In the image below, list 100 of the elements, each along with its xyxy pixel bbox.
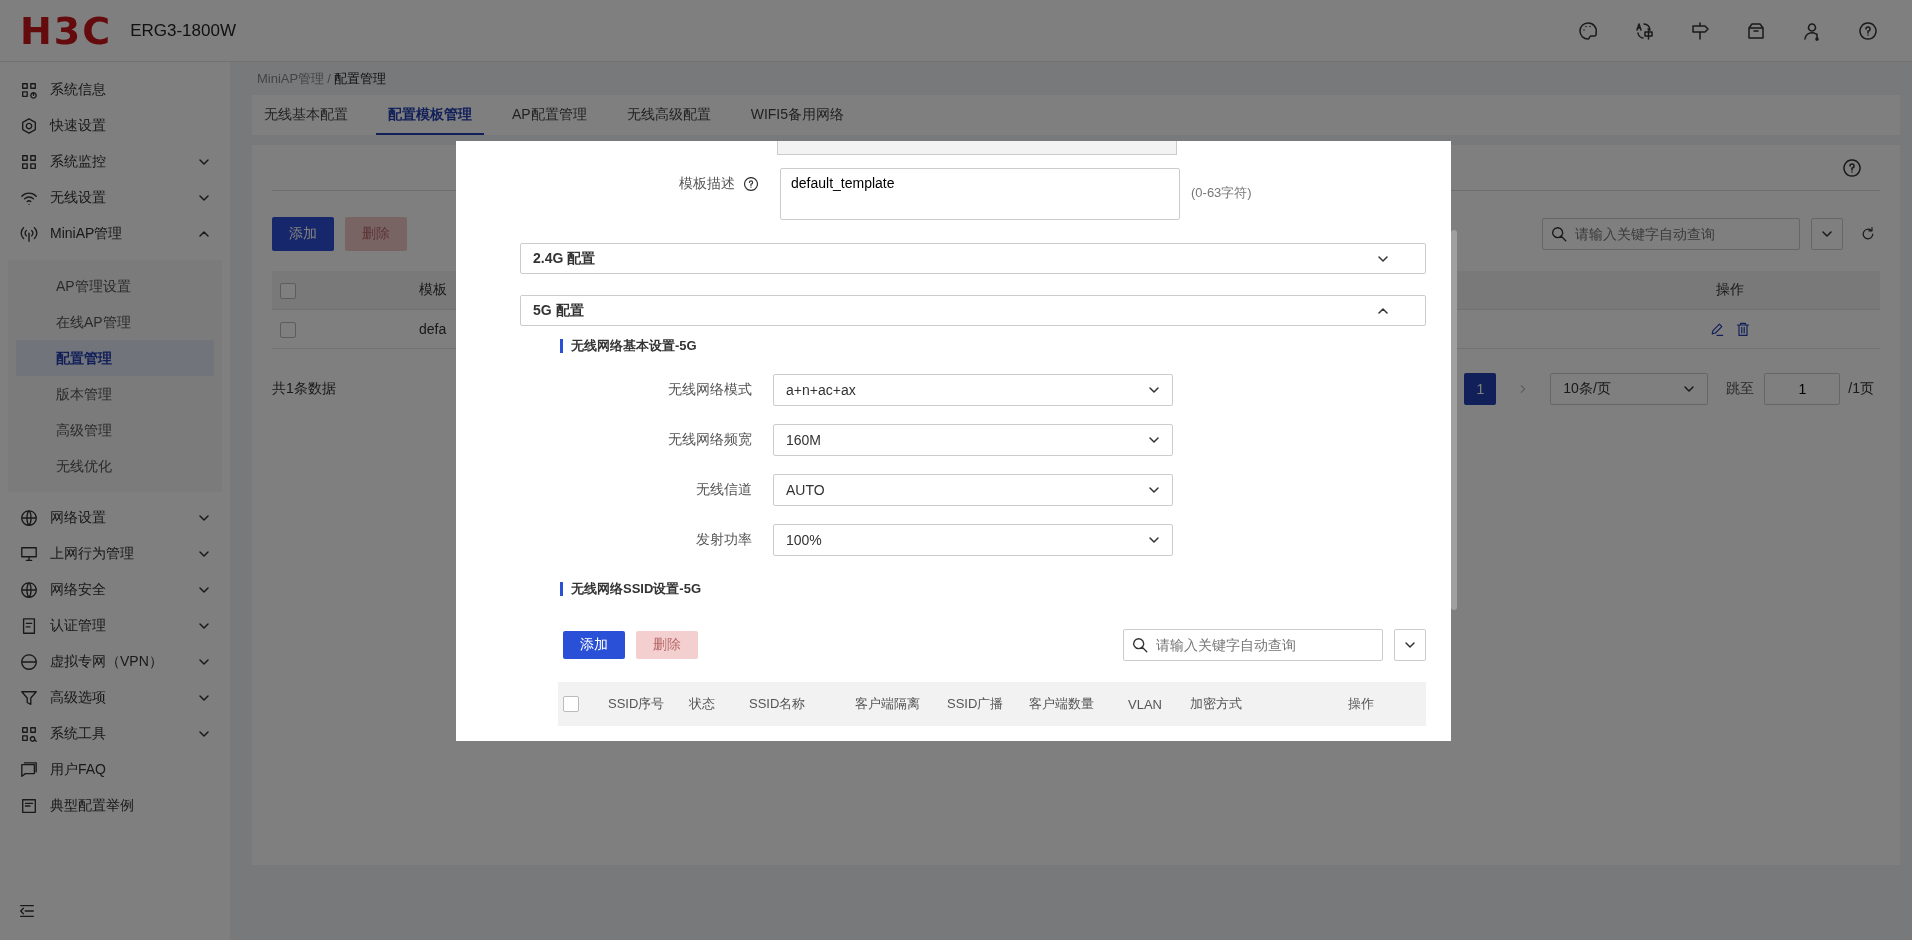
breadcrumb-item: 配置管理 (333, 70, 386, 86)
search-icon (1131, 636, 1149, 654)
breadcrumb-separator: / (327, 70, 331, 86)
collapse-header[interactable]: 2.4G 配置 (520, 243, 1426, 274)
sidebar-label: 网络设置 (50, 509, 106, 527)
sidebar-item[interactable]: 系统信息 (0, 72, 230, 108)
search-icon (1550, 225, 1568, 243)
column-header: 操作 (1348, 695, 1374, 713)
sidebar-label: 用户FAQ (50, 761, 106, 779)
collapse-header[interactable]: 5G 配置 (520, 295, 1426, 326)
sidebar-item[interactable]: 虚拟专网（VPN） (0, 644, 230, 680)
help-icon[interactable] (743, 176, 759, 192)
column-header: 客户端数量 (1029, 695, 1094, 713)
submenu-item[interactable]: AP管理设置 (16, 268, 214, 304)
sidebar-item[interactable]: 快速设置 (0, 108, 230, 144)
column-header: SSID广播 (947, 695, 1004, 713)
user-icon[interactable] (1802, 20, 1822, 41)
chevron-down-icon (1148, 534, 1160, 546)
chevron-down-icon (1683, 383, 1696, 395)
checkbox[interactable] (563, 696, 579, 713)
page-size-select[interactable]: 10条/页 (1550, 373, 1709, 405)
refresh-icon[interactable] (1860, 226, 1876, 242)
sidebar-item[interactable]: 网络设置 (0, 500, 230, 536)
total-count: 共1条数据 (272, 380, 336, 398)
field-label: 无线网络频宽 (668, 431, 752, 449)
sidebar-label: 高级选项 (50, 689, 106, 707)
submenu-item[interactable]: 配置管理 (16, 340, 214, 376)
sidebar-label: MiniAP管理 (50, 225, 123, 243)
field-label: 模板描述 (679, 175, 735, 193)
field-label: 发射功率 (696, 531, 752, 549)
section-title: 5G 配置 (533, 301, 584, 320)
jump-page-field[interactable]: 1 (1764, 373, 1841, 405)
column-header: 状态 (689, 695, 715, 713)
checkbox[interactable] (280, 282, 296, 299)
chevron-down-icon (1148, 434, 1160, 446)
tab[interactable]: 无线高级配置 (614, 95, 723, 135)
translate-icon[interactable] (1634, 20, 1654, 41)
search-field[interactable]: 请输入关键字自动查询 (1123, 629, 1383, 661)
submenu-item[interactable]: 无线优化 (16, 448, 214, 484)
tab[interactable]: AP配置管理 (500, 95, 599, 135)
page-button[interactable]: 1 (1464, 373, 1497, 405)
sidebar-item[interactable]: 网络安全 (0, 572, 230, 608)
page-count: /1页 (1848, 380, 1875, 398)
signpost-icon[interactable] (1690, 20, 1710, 41)
select-field[interactable]: a+n+ac+ax (773, 374, 1173, 406)
select-field[interactable]: 160M (773, 424, 1173, 456)
submenu-item[interactable]: 高级管理 (16, 412, 214, 448)
scrollbar[interactable] (1451, 230, 1457, 610)
filter-dropdown[interactable] (1394, 629, 1426, 661)
table-cell-text: defa (418, 321, 448, 337)
palette-icon[interactable] (1578, 20, 1598, 41)
sidebar-label: 系统监控 (50, 153, 106, 171)
field-hint: (0-63字符) (1191, 184, 1252, 202)
sidebar-item[interactable]: 用户FAQ (0, 752, 230, 788)
collapse-menu-icon[interactable] (18, 902, 36, 920)
sidebar-item[interactable]: 无线设置 (0, 180, 230, 216)
sidebar-label: 快速设置 (50, 117, 106, 135)
sidebar-label: 认证管理 (50, 617, 106, 635)
badge-icon (20, 617, 38, 635)
sidebar-item[interactable]: 高级选项 (0, 680, 230, 716)
column-header: VLAN (1128, 696, 1162, 712)
chevron-down-icon (1148, 484, 1160, 496)
jump-label: 跳至 (1726, 380, 1755, 398)
submenu-item[interactable]: 版本管理 (16, 376, 214, 412)
antenna-icon (20, 225, 38, 243)
filter-icon (20, 689, 38, 707)
submenu-item[interactable]: 在线AP管理 (16, 304, 214, 340)
select-field[interactable]: AUTO (773, 474, 1173, 506)
description-field[interactable]: default_template (780, 168, 1180, 220)
sidebar-label: 典型配置举例 (50, 797, 134, 815)
sidebar-item[interactable]: 典型配置举例 (0, 788, 230, 824)
sidebar-item[interactable]: 认证管理 (0, 608, 230, 644)
sidebar-item[interactable]: 系统监控 (0, 144, 230, 180)
select-field[interactable]: 100% (773, 524, 1173, 556)
field-label: 无线信道 (696, 481, 752, 499)
search-field[interactable]: 请输入关键字自动查询 (1542, 218, 1800, 250)
sidebar-label: 虚拟专网（VPN） (50, 653, 163, 671)
edit-icon[interactable] (1709, 321, 1725, 337)
chevron-down-icon (1148, 384, 1160, 396)
sidebar-label: 网络安全 (50, 581, 106, 599)
hexagon-icon (20, 117, 38, 135)
add-button[interactable]: 添加 (563, 631, 625, 659)
trash-icon[interactable] (1735, 321, 1751, 337)
chevron-down-icon (1821, 228, 1833, 240)
globe-icon (20, 509, 38, 527)
tab[interactable]: 无线基本配置 (252, 95, 360, 135)
sidebar-item[interactable]: 系统工具 (0, 716, 230, 752)
sidebar-item[interactable]: 上网行为管理 (0, 536, 230, 572)
grid-icon (20, 153, 38, 171)
sidebar-item[interactable]: MiniAP管理 (0, 216, 230, 252)
device-model: ERG3-1800W (130, 20, 236, 41)
chevron-down-icon (1404, 639, 1416, 651)
monitor-icon (20, 545, 38, 563)
section-heading: 无线网络基本设置-5G (560, 339, 1451, 353)
mailbox-icon[interactable] (1746, 20, 1766, 41)
tab[interactable]: 配置模板管理 (376, 95, 484, 135)
tab[interactable]: WIFI5备用网络 (738, 95, 857, 135)
add-button[interactable]: 添加 (272, 217, 334, 251)
sidebar-label: 系统信息 (50, 81, 106, 99)
checkbox[interactable] (280, 321, 296, 338)
